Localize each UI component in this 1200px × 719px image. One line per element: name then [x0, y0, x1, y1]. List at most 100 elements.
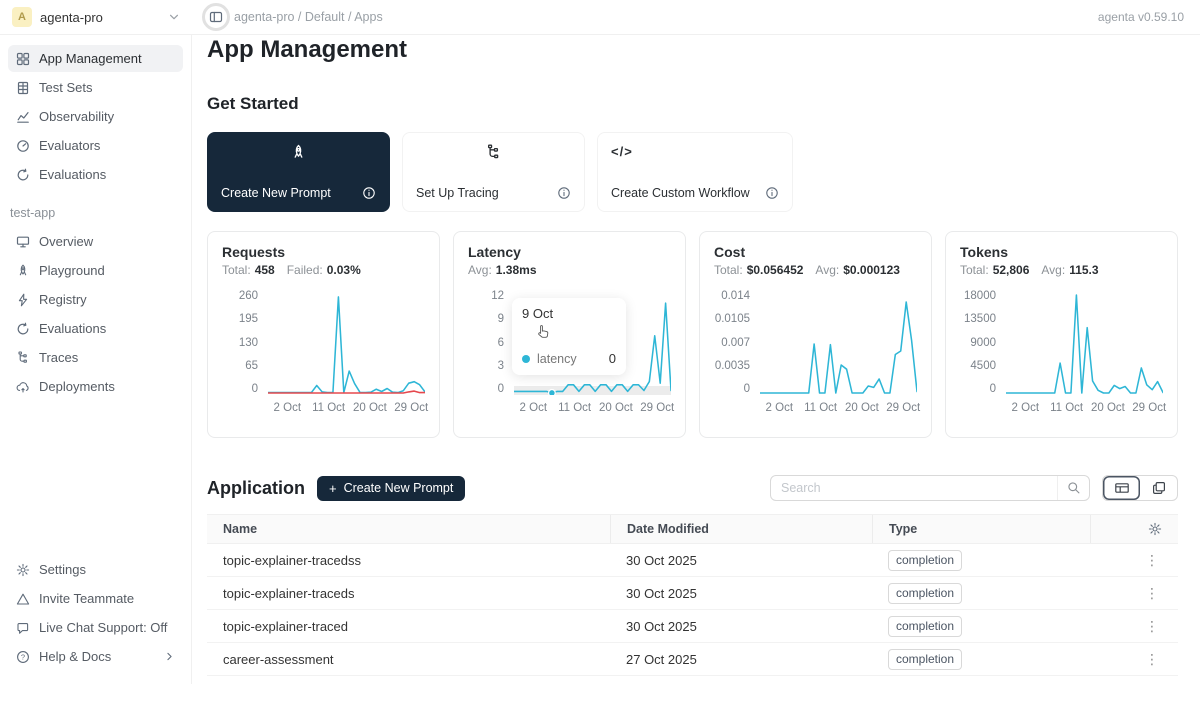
table-row[interactable]: topic-explainer-traced 30 Oct 2025 compl… [207, 610, 1178, 643]
row-actions-menu[interactable]: ⋮ [1142, 619, 1162, 633]
view-toggle [1102, 475, 1178, 501]
breadcrumb[interactable]: agenta-pro / Default / Apps [234, 10, 383, 24]
row-actions-menu[interactable]: ⋮ [1142, 652, 1162, 666]
workspace-selector[interactable]: A agenta-pro [0, 7, 192, 27]
search-input[interactable] [771, 481, 1057, 495]
workspace-name: agenta-pro [40, 10, 103, 25]
search-box [770, 475, 1090, 501]
refresh-circle-icon [16, 322, 30, 336]
y-axis-labels: 260195130650 [222, 290, 268, 395]
card-label: Create Custom Workflow [611, 186, 750, 200]
sidebar-item-overview[interactable]: Overview [8, 228, 183, 255]
sidebar-item-evaluations[interactable]: Evaluations [8, 161, 183, 188]
tooltip-value: 0 [609, 351, 616, 366]
application-heading: Application [207, 478, 305, 499]
plus-icon: + [329, 482, 337, 495]
sidebar-item-app-management[interactable]: App Management [8, 45, 183, 72]
search-icon[interactable] [1057, 476, 1089, 500]
table-settings-gear-icon[interactable] [1148, 522, 1162, 536]
column-header-type[interactable]: Type [872, 515, 1090, 543]
svg-text:?: ? [21, 652, 25, 661]
type-badge: completion [888, 583, 962, 604]
cloud-upload-icon [16, 380, 30, 394]
app-name: topic-explainer-tracedss [207, 553, 610, 568]
create-new-prompt-card[interactable]: Create New Prompt [207, 132, 390, 212]
app-name: career-assessment [207, 652, 610, 667]
sidebar-item-label: Settings [39, 562, 86, 577]
sidebar-item-settings[interactable]: Settings [8, 556, 183, 583]
application-header: Application + Create New Prompt [207, 475, 1178, 501]
set-up-tracing-card[interactable]: Set Up Tracing [402, 132, 585, 212]
sidebar-item-playground[interactable]: Playground [8, 257, 183, 284]
sidebar-item-evaluations-app[interactable]: Evaluations [8, 315, 183, 342]
sidebar-item-label: Live Chat Support: Off [39, 620, 167, 635]
sidebar-item-observability[interactable]: Observability [8, 103, 183, 130]
sidebar-toggle-button[interactable] [201, 2, 231, 32]
app-name: topic-explainer-traced [207, 619, 610, 634]
sidebar-item-label: Evaluators [39, 138, 100, 153]
info-icon[interactable] [765, 186, 779, 200]
info-icon[interactable] [557, 186, 571, 200]
get-started-cards: Create New Prompt Set Up Tracing </> Cre… [207, 132, 1178, 212]
grid-icon [16, 52, 30, 66]
app-name: topic-explainer-traceds [207, 586, 610, 601]
chart-title: Tokens [960, 244, 1163, 260]
page-title: App Management [207, 35, 1178, 65]
sidebar-item-invite-teammate[interactable]: Invite Teammate [8, 585, 183, 612]
sidebar-item-traces[interactable]: Traces [8, 344, 183, 371]
row-actions-menu[interactable]: ⋮ [1142, 553, 1162, 567]
card-view-button[interactable] [1140, 476, 1177, 500]
y-axis-labels: 129630 [468, 290, 514, 395]
table-row[interactable]: career-assessment 27 Oct 2025 completion… [207, 643, 1178, 676]
sidebar-item-evaluators[interactable]: Evaluators [8, 132, 183, 159]
tree-branch-icon [416, 144, 571, 161]
row-actions-menu[interactable]: ⋮ [1142, 586, 1162, 600]
chart-tooltip: 9 Oct latency 0 [512, 298, 626, 375]
line-chart-icon [16, 110, 30, 124]
sidebar-item-label: Invite Teammate [39, 591, 134, 606]
sidebar-item-registry[interactable]: Registry [8, 286, 183, 313]
card-label: Set Up Tracing [416, 186, 499, 200]
table-row[interactable]: topic-explainer-tracedss 30 Oct 2025 com… [207, 544, 1178, 577]
tokens-line-chart [1006, 290, 1163, 395]
top-bar: A agenta-pro agenta-pro / Default / Apps… [0, 0, 1200, 35]
sidebar-item-label: Registry [39, 292, 87, 307]
tooltip-date: 9 Oct [522, 306, 616, 321]
create-custom-workflow-card[interactable]: </> Create Custom Workflow [597, 132, 793, 212]
code-icon: </> [611, 144, 779, 159]
date-modified: 27 Oct 2025 [610, 652, 872, 667]
sidebar-item-help-docs[interactable]: ? Help & Docs [8, 643, 183, 670]
table-view-button[interactable] [1103, 476, 1140, 500]
x-axis-labels: 2 Oct11 Oct20 Oct29 Oct [1010, 400, 1163, 416]
chevron-down-icon [168, 11, 180, 23]
table-icon [16, 81, 30, 95]
sidebar-item-label: Traces [39, 350, 78, 365]
click-ripple-ring [202, 3, 230, 31]
column-header-name[interactable]: Name [207, 515, 610, 543]
chat-bubble-icon [16, 621, 30, 635]
column-header-date-modified[interactable]: Date Modified [610, 515, 872, 543]
sidebar-item-test-sets[interactable]: Test Sets [8, 74, 183, 101]
chart-title: Latency [468, 244, 671, 260]
latency-chart-card: Latency Avg:1.38ms 129630 2 Oct11 Oct20 … [453, 231, 686, 438]
workspace-avatar: A [12, 7, 32, 27]
sidebar-item-deployments[interactable]: Deployments [8, 373, 183, 400]
metrics-charts-row: Requests Total:458 Failed:0.03% 26019513… [207, 231, 1178, 438]
chart-title: Cost [714, 244, 917, 260]
refresh-circle-icon [16, 168, 30, 182]
type-badge: completion [888, 649, 962, 670]
series-dot [522, 355, 530, 363]
triangle-icon [16, 592, 30, 606]
card-label: Create New Prompt [221, 186, 331, 200]
sidebar-item-label: Evaluations [39, 167, 106, 182]
create-new-prompt-button[interactable]: + Create New Prompt [317, 476, 465, 501]
cost-line-chart [760, 290, 917, 395]
main-content: App Management Get Started Create New Pr… [193, 35, 1200, 676]
chart-title: Requests [222, 244, 425, 260]
table-row[interactable]: topic-explainer-traceds 30 Oct 2025 comp… [207, 577, 1178, 610]
sidebar-item-live-chat[interactable]: Live Chat Support: Off [8, 614, 183, 641]
requests-chart-card: Requests Total:458 Failed:0.03% 26019513… [207, 231, 440, 438]
info-icon[interactable] [362, 186, 376, 200]
applications-table: Name Date Modified Type topic-explainer-… [207, 514, 1178, 676]
get-started-heading: Get Started [207, 93, 1178, 115]
